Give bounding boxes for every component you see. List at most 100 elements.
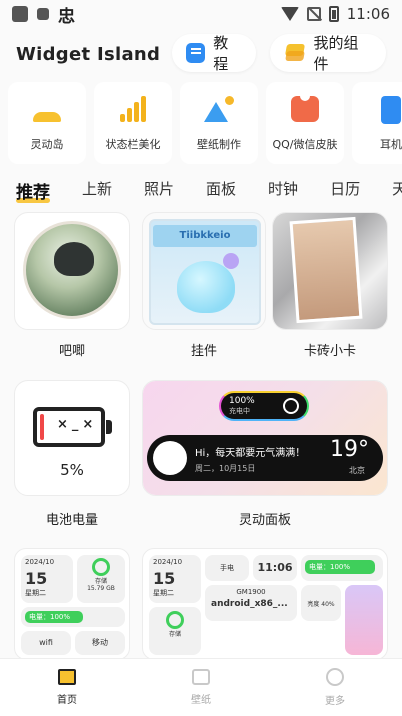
charging-pill: 100% 充电中	[219, 391, 309, 421]
pendant-card[interactable]: Tiibkkeio	[142, 212, 266, 330]
status-left-icons: 忠	[12, 2, 75, 27]
flashlight-label: 手电	[220, 564, 234, 572]
battery-widget-icon: ×_×	[33, 407, 112, 447]
portrait-photo	[289, 216, 363, 324]
clock-time: 11:06	[257, 561, 293, 574]
flashlight-widget: 手电	[205, 555, 249, 581]
feature-statusbar[interactable]: 状态栏美化	[94, 82, 172, 164]
jelly-character	[177, 261, 235, 313]
device-model: GM1900	[236, 588, 266, 596]
badge-caption: 吧唧	[58, 344, 85, 359]
greeting-text: Hi，每天都要元气满满！	[195, 448, 306, 459]
tab-clock[interactable]: 时钟	[268, 178, 298, 204]
wifi-widget: wifi	[21, 631, 71, 655]
tab-panel[interactable]: 面板	[206, 178, 236, 204]
brightness-label: 亮度 40%	[307, 601, 335, 608]
avatar	[153, 441, 187, 475]
feature-label: QQ/微信皮肤	[272, 138, 338, 151]
brightness-widget: 亮度 40%	[301, 585, 341, 621]
nav-more[interactable]: 更多	[268, 659, 402, 716]
date-day-2: 15	[153, 569, 176, 588]
battery-percent: 5%	[60, 461, 84, 479]
nav-wallpaper-label: 壁纸	[191, 695, 211, 706]
my-widgets-button[interactable]: 我的组件	[270, 34, 386, 73]
tab-weather[interactable]: 天	[392, 178, 402, 204]
feature-earphone[interactable]: 耳机	[352, 82, 402, 164]
device-name: android_x86_...	[211, 599, 288, 609]
feature-label: 壁纸制作	[197, 138, 241, 151]
feature-skin[interactable]: QQ/微信皮肤	[266, 82, 344, 164]
category-tabs: 推荐 上新 照片 面板 时钟 日历 天	[16, 178, 402, 204]
wifi-label: wifi	[39, 638, 53, 647]
battery-icon	[328, 6, 339, 22]
tab-recommend[interactable]: 推荐	[16, 178, 50, 204]
widget-set-card-1[interactable]: 2024/10 15 星期二 存储 15.79 GB 电量：100% wifi …	[14, 548, 130, 660]
nav-home[interactable]: 首页	[0, 659, 134, 716]
status-right-icons: 11:06	[280, 5, 390, 23]
pendant-band: Tiibkkeio	[153, 225, 257, 247]
bar-chart-icon	[120, 96, 146, 122]
date-widget: 2024/10 15 星期二	[21, 555, 73, 603]
storage-widget: 存储 15.79 GB	[77, 555, 125, 603]
greeting-pill: Hi，每天都要元气满满！ 周二，10月15日 19° 北京	[147, 435, 383, 481]
bottom-navigation: 首页 壁纸 更多	[0, 658, 402, 716]
greeting-date: 周二，10月15日	[195, 464, 256, 473]
temperature: 19°	[330, 437, 369, 462]
date-top-2: 2024/10	[153, 558, 183, 566]
app-header: Widget Island 教程 我的组件	[0, 30, 402, 78]
tutorial-button[interactable]: 教程	[172, 34, 256, 73]
notification-icon-2	[37, 8, 49, 20]
city: 北京	[349, 466, 365, 475]
wifi-icon	[280, 7, 299, 21]
island-panel-preview: 100% 充电中 Hi，每天都要元气满满！ 周二，10月15日 19° 北京	[143, 381, 387, 495]
storage-label: 存储	[94, 578, 107, 585]
photo-caption: 卡砖小卡	[303, 344, 356, 359]
app-title: Widget Island	[16, 43, 161, 65]
battery-level	[40, 414, 44, 440]
flower-charm	[223, 253, 239, 269]
tab-calendar[interactable]: 日历	[330, 178, 360, 204]
storage-value: 15.79 GB	[87, 585, 115, 592]
battery-card[interactable]: ×_× 5%	[14, 380, 130, 496]
battery-face: ×_×	[57, 417, 98, 432]
layers-icon	[284, 43, 305, 63]
battery-bar-widget-2: 电量：100%	[301, 555, 383, 581]
tutorial-label: 教程	[213, 34, 229, 73]
app-notification-icon: 忠	[58, 6, 75, 27]
notification-icon	[12, 6, 28, 22]
island-panel-card[interactable]: 100% 充电中 Hi，每天都要元气满满！ 周二，10月15日 19° 北京	[142, 380, 388, 496]
nav-home-label: 首页	[57, 695, 77, 706]
feature-wallpaper[interactable]: 壁纸制作	[180, 82, 258, 164]
nav-wallpaper[interactable]: 壁纸	[134, 659, 268, 716]
signal-label: 移动	[92, 638, 108, 647]
feature-island[interactable]: 灵动岛	[8, 82, 86, 164]
pendant-image: Tiibkkeio	[149, 219, 261, 325]
date-weekday-2: 星期二	[153, 589, 174, 597]
date-widget-2: 2024/10 15 星期二	[149, 555, 201, 603]
phone-icon	[381, 96, 401, 124]
no-signal-icon	[306, 7, 321, 21]
widget-set-card-2[interactable]: 2024/10 15 星期二 手电 11:06 电量：100% GM1900 a…	[142, 548, 388, 660]
wallpaper-widget	[345, 585, 383, 655]
island-panel-caption: 灵动面板	[238, 513, 291, 528]
badge-card[interactable]	[14, 212, 130, 330]
battery-bar-label-2: 电量：100%	[305, 560, 375, 574]
book-icon	[186, 43, 206, 63]
photo-card[interactable]	[272, 212, 388, 330]
my-widgets-label: 我的组件	[313, 34, 359, 73]
date-weekday: 星期二	[25, 589, 46, 597]
tab-new[interactable]: 上新	[82, 178, 112, 204]
feature-label: 状态栏美化	[105, 138, 161, 151]
storage-label-2: 存储	[168, 631, 181, 638]
clock-widget: 11:06	[253, 555, 297, 581]
tab-photo[interactable]: 照片	[144, 178, 174, 204]
feature-label: 灵动岛	[30, 138, 64, 151]
status-time: 11:06	[346, 5, 390, 23]
storage-widget-2: 存储	[149, 607, 201, 655]
signal-widget: 移动	[75, 631, 125, 655]
status-bar: 忠 11:06	[0, 0, 402, 28]
pendant-band-text: Tiibkkeio	[179, 230, 231, 241]
pendant-caption: 挂件	[190, 344, 217, 359]
face-icon	[326, 668, 344, 686]
battery-bar-widget: 电量：100%	[21, 607, 125, 627]
